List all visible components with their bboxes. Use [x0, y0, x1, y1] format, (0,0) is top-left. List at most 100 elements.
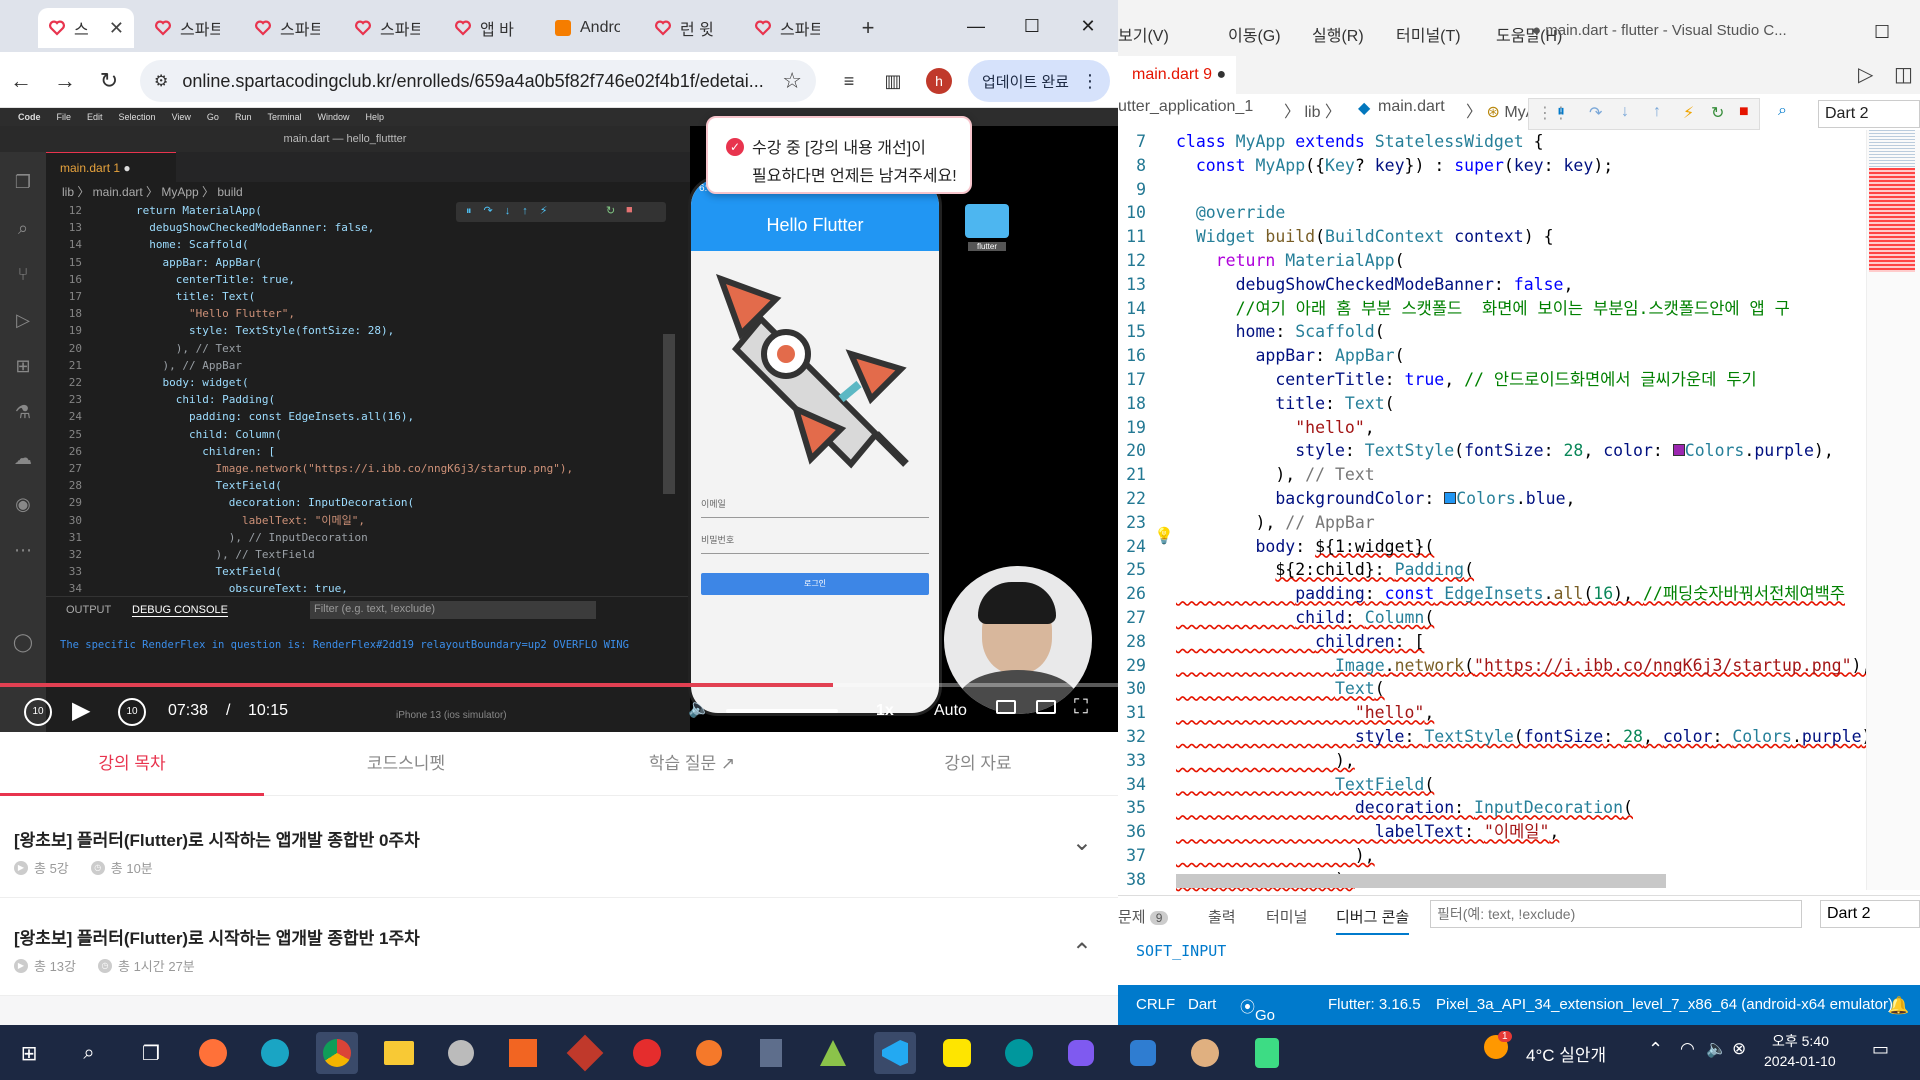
firefox-icon[interactable] [192, 1032, 234, 1074]
media-queue-icon[interactable]: ≡ [832, 64, 866, 98]
close-window-icon[interactable]: ✕ [1068, 10, 1108, 42]
panel-filter-input[interactable]: Filter (e.g. text, !exclude) [310, 601, 596, 619]
browser-tab-6[interactable]: Andro [544, 8, 640, 48]
email-field[interactable] [701, 517, 929, 518]
editor-tab-main-dart[interactable]: main.dart 9 ● [1118, 56, 1236, 94]
notification-center-icon[interactable]: ▭ [1872, 1039, 1889, 1060]
theater-mode-icon[interactable] [1036, 700, 1056, 714]
tab-materials[interactable]: 강의 자료 [846, 732, 1110, 796]
lecture-section-1[interactable]: [왕초보] 플러터(Flutter)로 시작하는 앱개발 종합반 1주차 ▶ 총 … [0, 898, 1118, 996]
app-icon[interactable] [502, 1032, 544, 1074]
menu-view[interactable]: 보기(V) [1118, 22, 1169, 46]
output-tab[interactable]: 출력 [1208, 906, 1236, 927]
weather-icon[interactable]: 1 [1484, 1031, 1512, 1063]
inspector-icon[interactable]: ⌕ [1778, 102, 1787, 120]
console-session-select[interactable]: Dart 2 [1820, 900, 1920, 928]
minimize-icon[interactable]: — [956, 10, 996, 42]
forward-10-icon[interactable]: 10 [118, 698, 146, 726]
fullscreen-icon[interactable]: ⛶ [1074, 696, 1088, 719]
mic-muted-icon[interactable]: ⊗ [1732, 1039, 1746, 1059]
captions-icon[interactable] [996, 700, 1016, 714]
login-button[interactable]: 로그인 [701, 573, 929, 595]
tab-questions[interactable]: 학습 질문 ↗ [560, 732, 824, 796]
notification-icon[interactable]: 🔔 [1888, 996, 1909, 1016]
app-icon[interactable] [1060, 1032, 1102, 1074]
debug-console-tab[interactable]: 디버그 콘솔 [1336, 906, 1410, 935]
maximize-icon[interactable]: ☐ [1874, 22, 1890, 43]
app-icon[interactable] [626, 1032, 668, 1074]
menu-run[interactable]: 실행(R) [1312, 22, 1364, 46]
browser-tab-3[interactable]: 스파트 [244, 8, 340, 48]
problems-tab[interactable]: 문제 9 [1118, 906, 1169, 927]
code-editor[interactable]: 7 8 9 10 11 12 13 14 15 16 17 18 19 20 21 22 23 24 25 26 27 2… [1118, 130, 1881, 890]
lecture-section-0[interactable]: [왕초보] 플러터(Flutter)로 시작하는 앱개발 종합반 0주차 ▶ 총 … [0, 800, 1118, 898]
menu-go[interactable]: 이동(G) [1228, 22, 1281, 46]
menu-terminal[interactable]: 터미널(T) [1396, 22, 1461, 46]
console-filter-input[interactable] [1430, 900, 1802, 928]
chevron-up-icon[interactable]: ⌃ [1072, 938, 1092, 967]
update-complete-button[interactable]: 업데이트 완료 ⋮ [968, 60, 1110, 102]
url-text[interactable]: online.spartacodingclub.kr/enrolleds/659… [182, 71, 782, 92]
search-icon[interactable]: ⌕ [68, 1032, 110, 1074]
app-icon[interactable] [440, 1032, 482, 1074]
language-status[interactable]: Dart [1188, 996, 1216, 1013]
tab-toc[interactable]: 강의 목차 [0, 732, 264, 796]
clock-time[interactable]: 오후 5:40 [1772, 1031, 1829, 1051]
profile-avatar[interactable]: h [922, 64, 956, 98]
address-bar[interactable]: ⚙ online.spartacodingclub.kr/enrolleds/6… [140, 60, 816, 102]
clock-date[interactable]: 2024-01-10 [1764, 1053, 1836, 1069]
pause-icon[interactable]: ⏸ [1557, 103, 1565, 121]
feedback-toast[interactable]: ✓ 수강 중 [강의 내용 개선]이 필요하다면 언제든 남겨주세요! [706, 116, 972, 194]
speed-button[interactable]: 1x [876, 702, 894, 720]
chevron-down-icon[interactable]: ⌄ [1072, 828, 1092, 857]
play-icon[interactable]: ▶ [72, 696, 90, 725]
browser-tab-7[interactable]: 런 윗 [644, 8, 740, 48]
back-arrow-icon[interactable]: ← [4, 64, 38, 98]
stop-icon[interactable]: ■ [1739, 103, 1749, 121]
vscode-icon[interactable] [874, 1032, 916, 1074]
rewind-10-icon[interactable]: 10 [24, 698, 52, 726]
password-field[interactable] [701, 553, 929, 554]
windows-start-icon[interactable]: ⊞ [8, 1032, 50, 1074]
quality-button[interactable]: Auto [934, 702, 967, 720]
tab-code-snippet[interactable]: 코드스니펫 [274, 732, 538, 796]
chrome-icon[interactable] [316, 1032, 358, 1074]
volume-icon[interactable]: 🔈 [688, 698, 710, 719]
site-info-icon[interactable]: ⚙ [154, 71, 168, 91]
split-editor-icon[interactable]: ◫ [1894, 62, 1913, 87]
run-icon[interactable]: ▷ [1858, 62, 1873, 87]
blender-icon[interactable] [688, 1032, 730, 1074]
calculator-icon[interactable] [750, 1032, 792, 1074]
arduino-icon[interactable] [998, 1032, 1040, 1074]
video-player[interactable]: Code File Edit Selection View Go Run Terminal Wi… [0, 108, 1118, 732]
eol-status[interactable]: CRLF [1136, 996, 1175, 1013]
lightbulb-icon[interactable]: 💡 [1154, 524, 1174, 548]
side-panel-icon[interactable]: ▥ [876, 64, 910, 98]
step-into-icon[interactable]: ↓ [1621, 103, 1629, 121]
browser-tab-1[interactable]: 스 ✕ [38, 8, 134, 48]
editor-tab-main-dart[interactable]: main.dart 1 ● [46, 152, 176, 182]
close-tab-icon[interactable]: ✕ [109, 18, 124, 39]
browser-tab-5[interactable]: 앱 바 [444, 8, 540, 48]
go-live-status[interactable]: ⦿ Go Live [1240, 996, 1283, 1041]
reload-icon[interactable]: ↻ [92, 64, 126, 98]
new-tab-button[interactable]: + [848, 8, 888, 48]
output-tab[interactable]: OUTPUT [66, 604, 111, 616]
volume-icon[interactable]: 🔈 [1706, 1039, 1727, 1059]
volume-slider[interactable] [726, 709, 838, 713]
hot-reload-icon[interactable]: ⚡ [1683, 103, 1694, 123]
browser-tab-8[interactable]: 스파트 [744, 8, 840, 48]
step-out-icon[interactable]: ↑ [1653, 103, 1661, 121]
chevron-up-icon[interactable]: ⌃ [1648, 1039, 1663, 1060]
task-view-icon[interactable]: ❐ [130, 1032, 172, 1074]
debug-console-tab[interactable]: DEBUG CONSOLE [132, 604, 228, 617]
edge-icon[interactable] [254, 1032, 296, 1074]
file-explorer-icon[interactable] [378, 1032, 420, 1074]
browser-tab-4[interactable]: 스파트 [344, 8, 440, 48]
maximize-icon[interactable]: ☐ [1012, 10, 1052, 42]
dart-session-select[interactable]: Dart 2 [1818, 100, 1920, 128]
forward-arrow-icon[interactable]: → [48, 64, 82, 98]
kakaotalk-icon[interactable] [936, 1032, 978, 1074]
app-icon[interactable] [812, 1032, 854, 1074]
bookmark-star-icon[interactable]: ☆ [782, 68, 802, 94]
